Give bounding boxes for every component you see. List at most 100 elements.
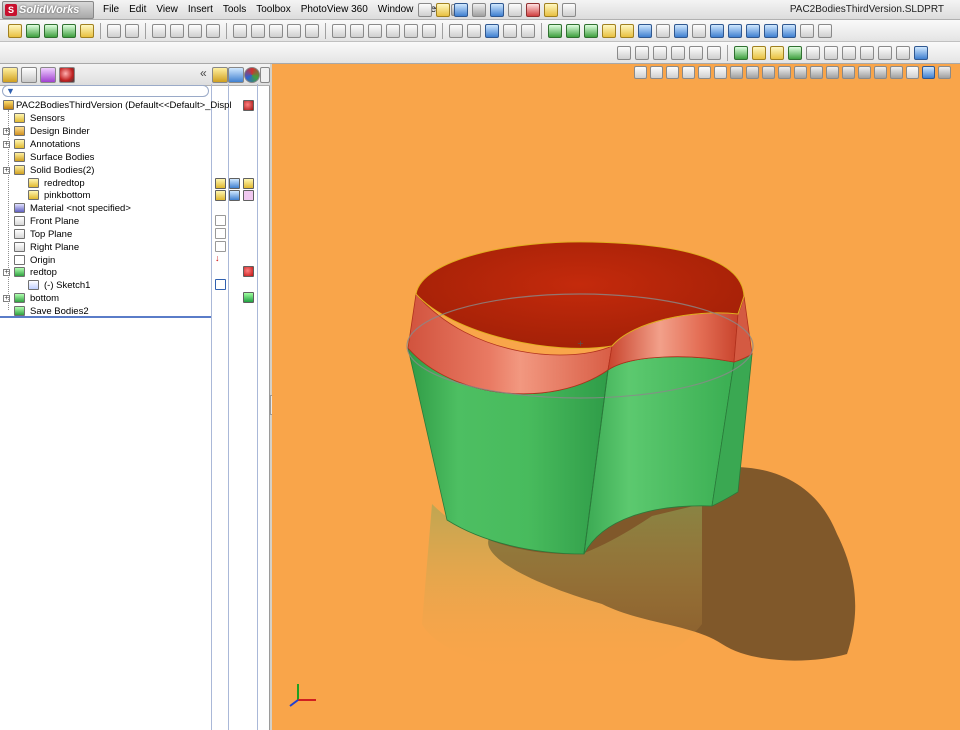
menu-view[interactable]: View <box>151 0 183 20</box>
tree-item-design-binder[interactable]: + Design Binder <box>0 125 210 138</box>
undo-icon[interactable] <box>490 3 504 17</box>
redredtop-appearance-icon[interactable] <box>243 178 254 189</box>
right-plane-visibility-icon[interactable] <box>215 241 226 252</box>
menu-tools[interactable]: Tools <box>218 0 251 20</box>
hide-show-icon[interactable] <box>212 67 228 83</box>
surface-tool-icon[interactable] <box>689 45 703 60</box>
sketch1-visibility-icon[interactable] <box>215 279 226 290</box>
block-tool-icon[interactable] <box>287 23 301 38</box>
pinkbottom-appearance-icon[interactable] <box>243 190 254 201</box>
bottom-appearance-icon[interactable] <box>243 292 254 303</box>
feature-tool-icon[interactable] <box>548 23 562 38</box>
filter-icon[interactable] <box>467 23 481 38</box>
front-plane-visibility-icon[interactable] <box>215 215 226 226</box>
tool-icon[interactable] <box>914 45 928 60</box>
layout-tool-icon[interactable] <box>188 23 202 38</box>
tool-icon[interactable] <box>806 45 820 60</box>
transparency-icon[interactable] <box>260 67 270 83</box>
tool-icon[interactable] <box>842 45 856 60</box>
menu-insert[interactable]: Insert <box>183 0 218 20</box>
surface-tool-icon[interactable] <box>635 45 649 60</box>
pinkbottom-visibility-icon[interactable] <box>215 190 226 201</box>
block-tool-icon[interactable] <box>251 23 265 38</box>
redredtop-visibility-icon[interactable] <box>215 178 226 189</box>
solidworks-logo[interactable]: S SolidWorks <box>2 1 94 19</box>
feature-tool-icon[interactable] <box>656 23 670 38</box>
tree-item-solid-bodies-2[interactable]: + Solid Bodies(2) <box>0 164 210 177</box>
feature-tool-icon[interactable] <box>728 23 742 38</box>
redtop-appearance-icon[interactable] <box>243 266 254 277</box>
print-icon[interactable] <box>472 3 486 17</box>
tree-item-material-not-specified[interactable]: Material <not specified> <box>0 202 210 215</box>
feature-tool-icon[interactable] <box>638 23 652 38</box>
tree-item-right-plane[interactable]: Right Plane <box>0 241 210 254</box>
feature-tool-icon[interactable] <box>584 23 598 38</box>
feature-tool-icon[interactable] <box>800 23 814 38</box>
block-tool-icon[interactable] <box>269 23 283 38</box>
feature-tool-icon[interactable] <box>818 23 832 38</box>
spline-tool-icon[interactable] <box>350 23 364 38</box>
new-document-icon[interactable] <box>418 3 432 17</box>
surface-tool-icon[interactable] <box>707 45 721 60</box>
tool-icon[interactable] <box>752 45 766 60</box>
menu-edit[interactable]: Edit <box>124 0 151 20</box>
select-icon[interactable] <box>508 3 522 17</box>
spline-tool-icon[interactable] <box>368 23 382 38</box>
feature-tool-icon[interactable] <box>620 23 634 38</box>
tree-item-pinkbottom[interactable]: pinkbottom <box>0 189 210 202</box>
tree-item-sensors[interactable]: Sensors <box>0 112 210 125</box>
tree-item-redredtop[interactable]: redredtop <box>0 177 210 190</box>
display-manager-tab-icon[interactable] <box>59 67 75 83</box>
surface-tool-icon[interactable] <box>653 45 667 60</box>
block-tool-icon[interactable] <box>233 23 247 38</box>
tree-item-sketch1[interactable]: (-) Sketch1 <box>0 279 210 292</box>
model-view[interactable]: + <box>272 64 960 730</box>
tool-icon[interactable] <box>824 45 838 60</box>
tree-rollback-bar[interactable] <box>0 316 211 318</box>
tree-root[interactable]: PAC2BodiesThirdVersion (Default<<Default… <box>0 99 232 112</box>
tree-item-bottom[interactable]: + bottom <box>0 292 210 305</box>
feature-tool-icon[interactable] <box>764 23 778 38</box>
configuration-manager-tab-icon[interactable] <box>40 67 56 83</box>
tree-filter-input[interactable]: ▼ <box>2 85 209 97</box>
tree-item-redtop[interactable]: + redtop <box>0 266 210 279</box>
display-mode-icon[interactable] <box>228 67 244 83</box>
filter-icon[interactable] <box>449 23 463 38</box>
tool-icon[interactable] <box>878 45 892 60</box>
spline-tool-icon[interactable] <box>404 23 418 38</box>
line-icon[interactable] <box>26 23 40 38</box>
tree-item-annotations[interactable]: + Annotations <box>0 138 210 151</box>
layout-tool-icon[interactable] <box>170 23 184 38</box>
trim-icon[interactable] <box>44 23 58 38</box>
tool-icon[interactable] <box>896 45 910 60</box>
smart-dimension-icon[interactable] <box>8 23 22 38</box>
layout-tool-icon[interactable] <box>206 23 220 38</box>
rebuild-icon[interactable] <box>526 3 540 17</box>
sketch-tool-icon[interactable] <box>125 23 139 38</box>
feature-tool-icon[interactable] <box>746 23 760 38</box>
surface-tool-icon[interactable] <box>671 45 685 60</box>
property-manager-tab-icon[interactable] <box>21 67 37 83</box>
menu-file[interactable]: File <box>98 0 124 20</box>
graphics-viewport[interactable]: + <box>272 64 960 730</box>
feature-tool-icon[interactable] <box>710 23 724 38</box>
menu-toolbox[interactable]: Toolbox <box>251 0 295 20</box>
select-filter-icon[interactable] <box>485 23 499 38</box>
collapse-arrows-icon[interactable]: « <box>200 66 207 80</box>
layout-tool-icon[interactable] <box>152 23 166 38</box>
feature-manager-tab-icon[interactable] <box>2 67 18 83</box>
feature-tool-icon[interactable] <box>674 23 688 38</box>
point-icon[interactable] <box>62 23 76 38</box>
relations-icon[interactable] <box>80 23 94 38</box>
feature-tool-icon[interactable] <box>692 23 706 38</box>
file-properties-icon[interactable] <box>544 3 558 17</box>
tree-item-surface-bodies[interactable]: Surface Bodies <box>0 151 210 164</box>
spline-tool-icon[interactable] <box>332 23 346 38</box>
filter-icon[interactable] <box>503 23 517 38</box>
appearance-icon[interactable] <box>244 67 260 83</box>
pinkbottom-display-icon[interactable] <box>229 190 240 201</box>
tool-icon[interactable] <box>734 45 748 60</box>
root-appearance-icon[interactable] <box>243 100 254 111</box>
tree-item-front-plane[interactable]: Front Plane <box>0 215 210 228</box>
feature-tool-icon[interactable] <box>602 23 616 38</box>
